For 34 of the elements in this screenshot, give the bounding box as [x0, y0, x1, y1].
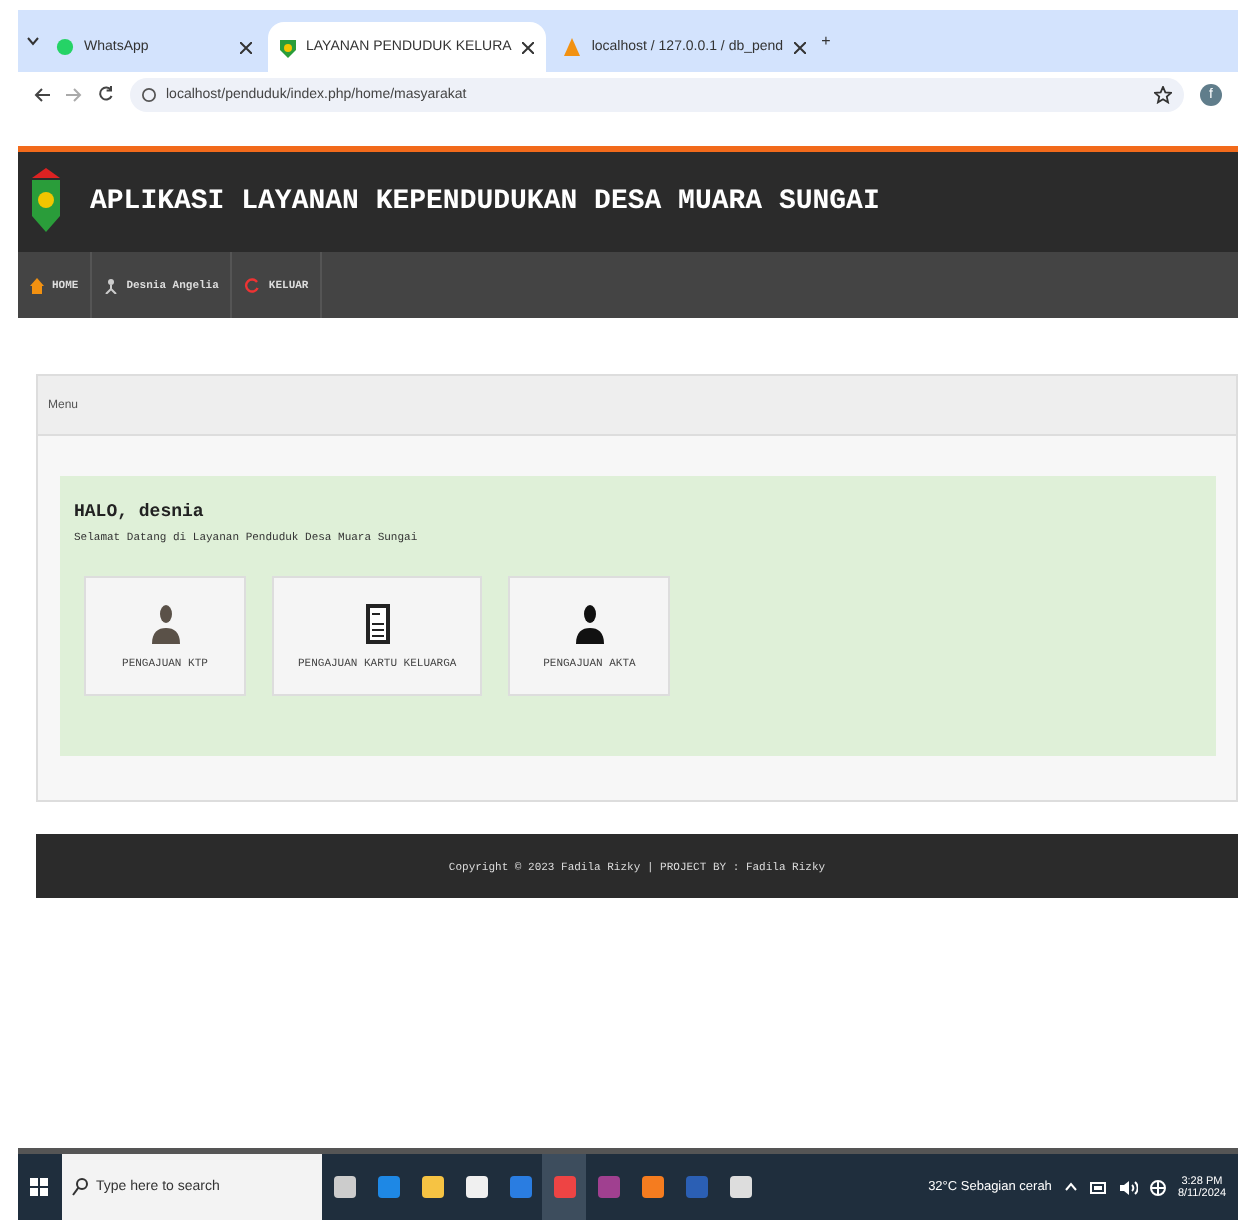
app-icon	[597, 1176, 619, 1198]
emblem-logo	[30, 168, 62, 236]
search-icon	[72, 1178, 88, 1196]
back-icon[interactable]	[34, 87, 50, 101]
star-icon[interactable]	[1154, 85, 1172, 103]
app-icon	[509, 1176, 531, 1198]
document-icon	[365, 603, 390, 643]
greeting: HALO, desnia	[74, 502, 206, 522]
app-icon	[641, 1176, 663, 1198]
app-icon	[685, 1176, 707, 1198]
globe-icon[interactable]	[1149, 1179, 1166, 1195]
speaker-icon[interactable]	[1119, 1179, 1138, 1195]
shield-icon	[280, 37, 296, 57]
app-icon	[377, 1176, 399, 1198]
battery-icon[interactable]	[1089, 1181, 1108, 1193]
app-icon	[333, 1176, 355, 1198]
app-title: APLIKASI LAYANAN KEPENDUDUKAN DESA MUARA SUNGAI	[90, 186, 880, 218]
new-tab-button[interactable]: +	[821, 32, 831, 50]
chat-icon	[56, 38, 74, 56]
info-icon	[142, 87, 156, 101]
home-icon	[30, 277, 44, 293]
user-icon	[104, 277, 119, 293]
close-icon[interactable]	[793, 41, 806, 53]
close-icon[interactable]	[240, 41, 252, 53]
close-icon[interactable]	[521, 41, 534, 53]
app-icon	[729, 1176, 751, 1198]
person-icon	[151, 603, 179, 643]
person-icon	[575, 603, 604, 643]
app-icon	[553, 1176, 575, 1198]
app-icon	[421, 1176, 443, 1198]
reload-icon[interactable]	[98, 86, 114, 102]
refresh-icon	[244, 277, 261, 293]
caret-icon[interactable]	[26, 36, 40, 46]
app-icon	[465, 1176, 487, 1198]
